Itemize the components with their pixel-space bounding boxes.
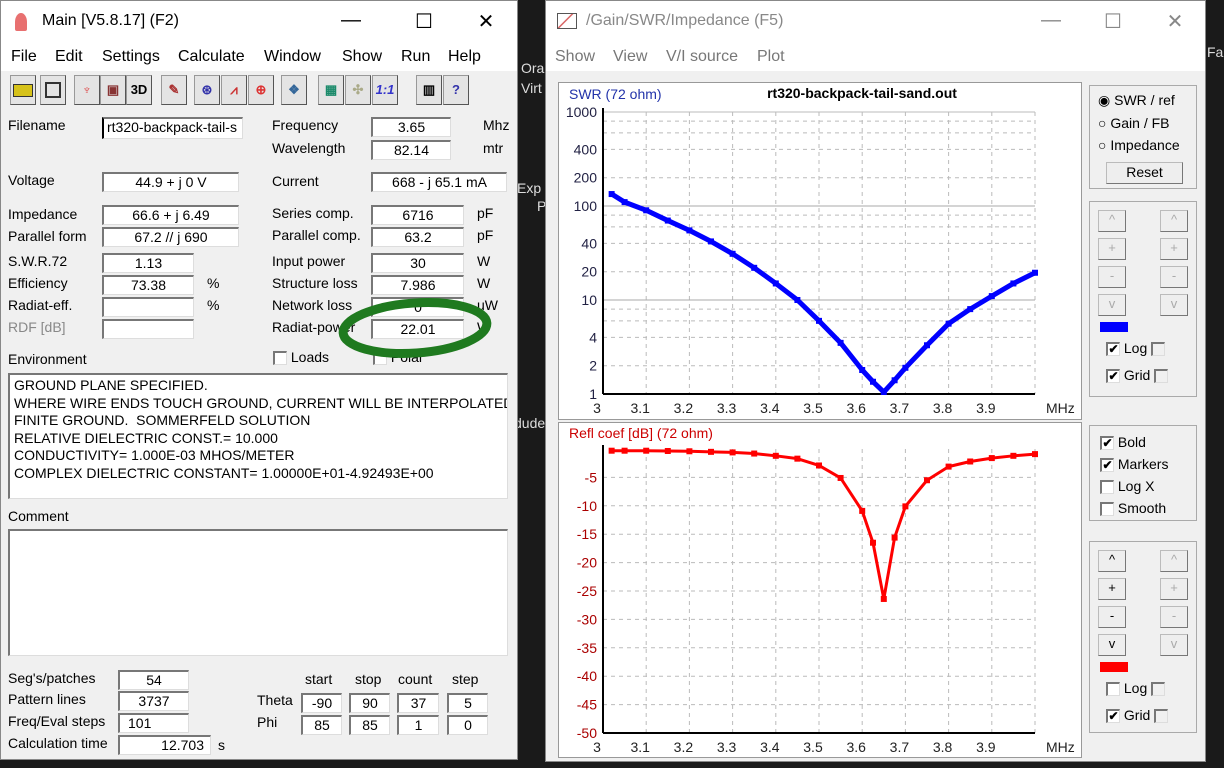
charts-layer: 10004002001004020104213 3.1 3.2 3.3 3.4 3.5 3.… xyxy=(566,85,1075,755)
x-tick-label: 3.9 xyxy=(976,739,996,755)
data-point xyxy=(621,447,628,454)
y-tick-label: -45 xyxy=(577,697,597,713)
y-tick-label: -10 xyxy=(577,498,597,514)
data-point xyxy=(708,238,714,245)
x-tick-label: 3.3 xyxy=(717,739,737,755)
data-point xyxy=(880,595,887,602)
x-tick-label: 3 xyxy=(593,400,601,416)
y-tick-label: 40 xyxy=(581,235,597,251)
y-tick-label: 20 xyxy=(581,264,597,280)
data-point xyxy=(870,378,876,385)
x-tick-label: 3.4 xyxy=(760,739,780,755)
data-point xyxy=(751,264,758,271)
data-point xyxy=(891,377,898,384)
data-point xyxy=(988,293,995,300)
y-tick-label: -20 xyxy=(577,555,597,571)
data-point xyxy=(664,447,671,454)
y-tick-label: -15 xyxy=(577,526,597,542)
data-point xyxy=(608,191,615,198)
data-point xyxy=(967,458,974,465)
data-point xyxy=(891,534,898,541)
data-point xyxy=(729,250,736,257)
x-axis-unit: MHz xyxy=(1046,739,1075,755)
x-tick-label: 3.5 xyxy=(803,400,823,416)
x-tick-label: 3.8 xyxy=(933,739,953,755)
data-point xyxy=(837,339,844,346)
data-point xyxy=(967,306,974,313)
data-point xyxy=(1010,452,1017,459)
data-point xyxy=(686,227,693,234)
data-point xyxy=(837,474,844,481)
y-tick-label: -35 xyxy=(577,640,597,656)
x-tick-label: 3.7 xyxy=(890,739,910,755)
data-point xyxy=(608,447,615,454)
y-tick-label: -5 xyxy=(585,469,598,485)
data-point xyxy=(859,367,866,374)
data-point xyxy=(708,448,714,455)
x-tick-label: 3 xyxy=(593,739,601,755)
data-point xyxy=(988,455,995,462)
x-tick-label: 3.8 xyxy=(933,400,953,416)
data-point xyxy=(751,450,758,457)
data-point xyxy=(794,297,801,303)
data-point xyxy=(924,477,930,484)
y-tick-label: 1000 xyxy=(566,104,597,120)
data-point xyxy=(859,507,866,514)
data-point xyxy=(816,317,822,324)
data-point xyxy=(772,280,779,287)
data-point xyxy=(902,503,909,510)
data-point xyxy=(945,463,952,470)
x-tick-label: 3.9 xyxy=(976,400,996,416)
y-tick-label: -30 xyxy=(577,611,597,627)
x-tick-label: 3.6 xyxy=(846,739,866,755)
data-point xyxy=(621,199,628,206)
y-tick-label: 4 xyxy=(589,329,597,345)
data-point xyxy=(945,320,952,327)
series-line xyxy=(610,191,1037,395)
data-point xyxy=(772,452,779,459)
x-tick-label: 3.7 xyxy=(890,400,910,416)
y-tick-label: 10 xyxy=(581,292,597,308)
y-tick-label: 400 xyxy=(574,141,598,157)
series-line xyxy=(611,449,1036,601)
data-point xyxy=(924,342,930,349)
x-tick-label: 3.4 xyxy=(760,400,780,416)
x-tick-label: 3.6 xyxy=(846,400,866,416)
data-point xyxy=(1032,269,1038,276)
x-tick-label: 3.5 xyxy=(803,739,823,755)
data-point xyxy=(816,462,822,469)
data-point xyxy=(880,389,887,396)
x-axis-unit: MHz xyxy=(1046,400,1075,416)
data-point xyxy=(729,449,736,456)
data-point xyxy=(643,207,650,214)
data-point xyxy=(902,364,909,371)
x-tick-label: 3.3 xyxy=(717,400,737,416)
y-axis-label: SWR (72 ohm) xyxy=(569,86,662,102)
data-point xyxy=(664,217,671,224)
data-point xyxy=(870,539,876,546)
x-tick-label: 3.2 xyxy=(674,739,694,755)
y-tick-label: -25 xyxy=(577,583,597,599)
data-point xyxy=(686,448,693,455)
y-tick-label: 100 xyxy=(574,198,598,214)
y-axis-label: Refl coef [dB] (72 ohm) xyxy=(569,425,713,441)
x-tick-label: 3.2 xyxy=(674,400,694,416)
data-point xyxy=(1032,451,1038,458)
data-point xyxy=(643,447,650,454)
y-tick-label: 200 xyxy=(574,170,598,186)
chart-title: rt320-backpack-tail-sand.out xyxy=(767,85,957,101)
x-tick-label: 3.1 xyxy=(630,400,650,416)
data-point xyxy=(1010,280,1017,287)
x-tick-label: 3.1 xyxy=(630,739,650,755)
y-tick-label: 2 xyxy=(589,358,597,374)
y-tick-label: -40 xyxy=(577,668,597,684)
data-point xyxy=(794,455,801,462)
